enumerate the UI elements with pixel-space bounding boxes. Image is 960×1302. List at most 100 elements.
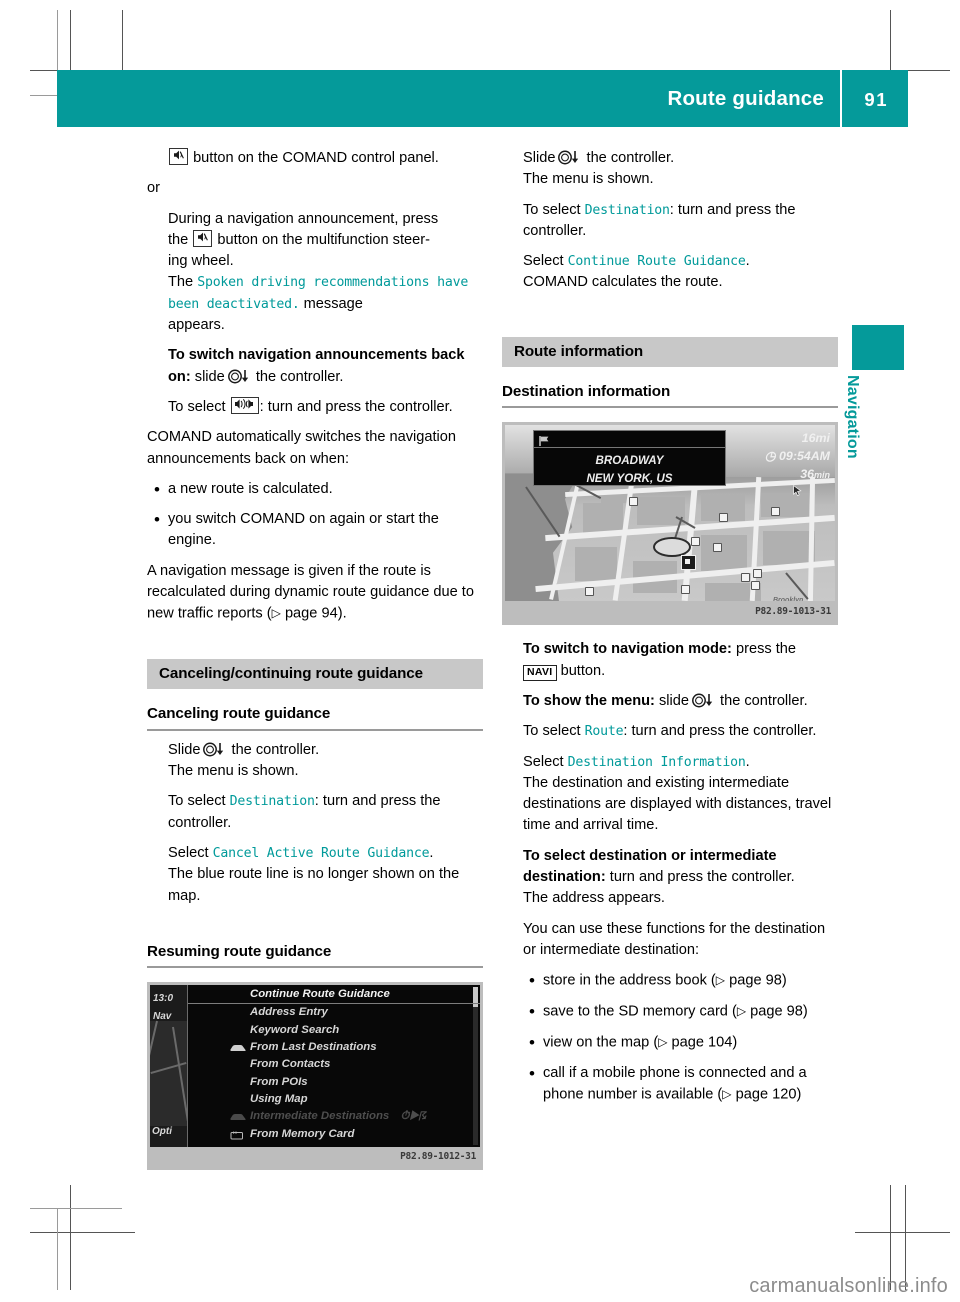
menu-item-destination: Destination: [584, 202, 670, 218]
step-select2-pre: Select: [523, 253, 564, 270]
header-divider: [840, 70, 842, 127]
step-select-pre: To select: [168, 793, 226, 810]
menu-item-destination-information: Destination Information: [567, 754, 746, 770]
step-select-pre: To select: [168, 398, 226, 415]
step-lead-text: During a navigation announcement, press: [168, 210, 439, 227]
menu-item-from-last-destinations[interactable]: From Last Destinations: [188, 1039, 480, 1056]
menu-item-using-map[interactable]: Using Map: [188, 1091, 480, 1108]
subheading-destination-information: Destination information: [502, 381, 838, 409]
menu-item-intermediate-destinations: Intermediate Destinations ⏱▶☈: [188, 1108, 480, 1125]
trip-travel-time-unit: min: [813, 470, 830, 481]
bullet-dot-icon: •: [529, 1063, 535, 1083]
trip-duration-row: 36min: [730, 465, 830, 484]
step-resume-result: COMAND calculates the route.: [523, 274, 723, 291]
step-slide-post: the controller.: [586, 150, 675, 166]
menu-item-address-entry[interactable]: Address Entry: [188, 1004, 480, 1021]
page-ref-text: page 94: [284, 605, 338, 622]
bullet-page-ref: page 98: [750, 1003, 803, 1020]
step-resume-slide-controller: Slide the controller. The menu is shown.: [502, 148, 838, 191]
step-cancel-slide-controller: Slide the controller. The menu is shown.: [147, 740, 483, 783]
step-nav-mode-pre: press the: [735, 641, 797, 658]
step-mute-button: button on the COMAND control panel.: [147, 148, 483, 169]
controller-slide-down-icon: [556, 150, 582, 165]
speaker-on-icon: [230, 396, 259, 414]
menu-item-trailing-icons: ⏱▶☈: [400, 1110, 427, 1123]
bullet-text-pre: view on the map (: [543, 1034, 659, 1051]
subheading-canceling-route-guidance: Canceling route guidance: [147, 703, 483, 731]
chapter-tab-marker: [852, 325, 904, 370]
section-heading-route-information: Route information: [502, 336, 838, 368]
step-line4-post: message: [303, 295, 363, 312]
trip-arrival-row: ◷ 09:54AM: [730, 447, 830, 465]
site-watermark: carmanualsonline.info: [749, 1275, 948, 1297]
step-address-appears: The address appears.: [523, 890, 665, 907]
para-auto-switch: COMAND automatically switches the naviga…: [147, 429, 457, 467]
comand-screen: 13:0 Nav Opti Continue Route Guidance Ad…: [150, 985, 480, 1148]
menu-item-label: From Memory Card: [250, 1127, 355, 1140]
menu-item-label: Keyword Search: [250, 1023, 340, 1036]
step-slide-pre: Slide: [168, 741, 201, 758]
left-column: button on the COMAND control panel. or D…: [147, 148, 483, 1171]
step-slide-post: the controller.: [231, 741, 320, 758]
figure-caption: P82.89-1013-31: [755, 606, 831, 618]
cropmark-bottom-left-v1: [70, 1185, 71, 1290]
right-column: Slide the controller. The menu is shown.…: [502, 148, 838, 1106]
bullet-page-ref: page 98: [729, 972, 782, 989]
cropmark-bottom-left-h1: [30, 1232, 135, 1233]
step-select-post: : turn and press the controller.: [259, 398, 453, 415]
step-bold-label: To switch to navigation mode:: [523, 641, 732, 658]
trip-arrival-time: 09:54AM: [779, 449, 830, 464]
map-destination-header: BROADWAY NEW YORK, US: [533, 430, 726, 487]
menu-item-keyword-search[interactable]: Keyword Search: [188, 1022, 480, 1039]
subheading-resuming-route-guidance: Resuming route guidance: [147, 941, 483, 969]
bullet-dot-icon: •: [529, 1002, 535, 1022]
trip-travel-time: 36: [800, 467, 814, 482]
page-ref-icon: ▷: [715, 973, 726, 988]
bullet-page-ref: page 120: [735, 1086, 797, 1103]
menu-item-from-pois[interactable]: From POIs: [188, 1074, 480, 1091]
step-show-menu: To show the menu: slide the controller.: [502, 691, 838, 712]
page-title: Route guidance: [667, 87, 824, 110]
menu-item-label: From Contacts: [250, 1058, 331, 1071]
para-text-post: ).: [337, 605, 347, 622]
step-select-continue-route-guidance: Select Continue Route Guidance. COMAND c…: [502, 251, 838, 294]
bullet-dot-icon: •: [154, 479, 160, 499]
step-select-route-post: : turn and press the controller.: [623, 723, 817, 740]
comand-options-label: Opti: [152, 1125, 172, 1137]
step-switch-to-navigation-mode: To switch to navigation mode: press the …: [502, 639, 838, 682]
figure-destination-information-map: Brooklyn BROADWAY NEW YORK, US 16mi ◷ 09…: [502, 422, 838, 626]
para-navigation-message: A navigation message is given if the rou…: [147, 561, 483, 625]
menu-item-from-memory-card[interactable]: From Memory Card: [188, 1126, 480, 1143]
menu-item-from-contacts[interactable]: From Contacts: [188, 1056, 480, 1073]
step-select2-post: .: [429, 844, 434, 861]
page-ref-icon: ▷: [722, 1086, 732, 1101]
menu-item-continue-route-guidance[interactable]: Continue Route Guidance: [188, 985, 480, 1005]
step-dest-result: The destination and existing intermediat…: [523, 774, 832, 834]
comand-map-screen: Brooklyn BROADWAY NEW YORK, US 16mi ◷ 09…: [505, 425, 835, 602]
step-cancel-select-destination: To select Destination: turn and press th…: [147, 791, 483, 834]
step-select2-post: .: [745, 253, 750, 270]
step-select-route-pre: To select: [523, 723, 581, 740]
step-line2-pre: the: [168, 231, 189, 248]
step-select-destination-or-intermediate: To select destination or intermediate de…: [502, 846, 838, 910]
bullet-text-post: ): [796, 1086, 802, 1103]
figure-comand-destination-menu: 13:0 Nav Opti Continue Route Guidance Ad…: [147, 982, 483, 1171]
bullet-call-phone: • call if a mobile phone is connected an…: [502, 1063, 838, 1106]
step-slide-pre: Slide: [523, 150, 556, 166]
step-select-dest-pre: Select: [523, 753, 564, 770]
menu-item-label: Using Map: [250, 1093, 308, 1106]
bullet-text: a new route is calculated.: [168, 480, 333, 497]
bullet-text-post: ): [781, 972, 787, 989]
map-trip-info: 16mi ◷ 09:54AM 36min: [730, 429, 830, 484]
step-mute-button-text: button on the COMAND control panel.: [193, 150, 439, 166]
controller-slide-down-icon: [690, 693, 716, 708]
figure-caption: P82.89-1012-31: [400, 1150, 476, 1162]
bullet-dot-icon: •: [529, 1032, 535, 1052]
chapter-tab-label: Navigation: [844, 375, 861, 459]
clock-icon: ◷: [764, 449, 776, 464]
bullet-dot-icon: •: [154, 510, 160, 530]
speaker-mute-icon: [169, 148, 188, 165]
controller-slide-down-icon: [226, 369, 252, 384]
step-select-dest-post: .: [745, 753, 750, 770]
bullet-text: you switch COMAND on again or start the …: [168, 511, 439, 549]
